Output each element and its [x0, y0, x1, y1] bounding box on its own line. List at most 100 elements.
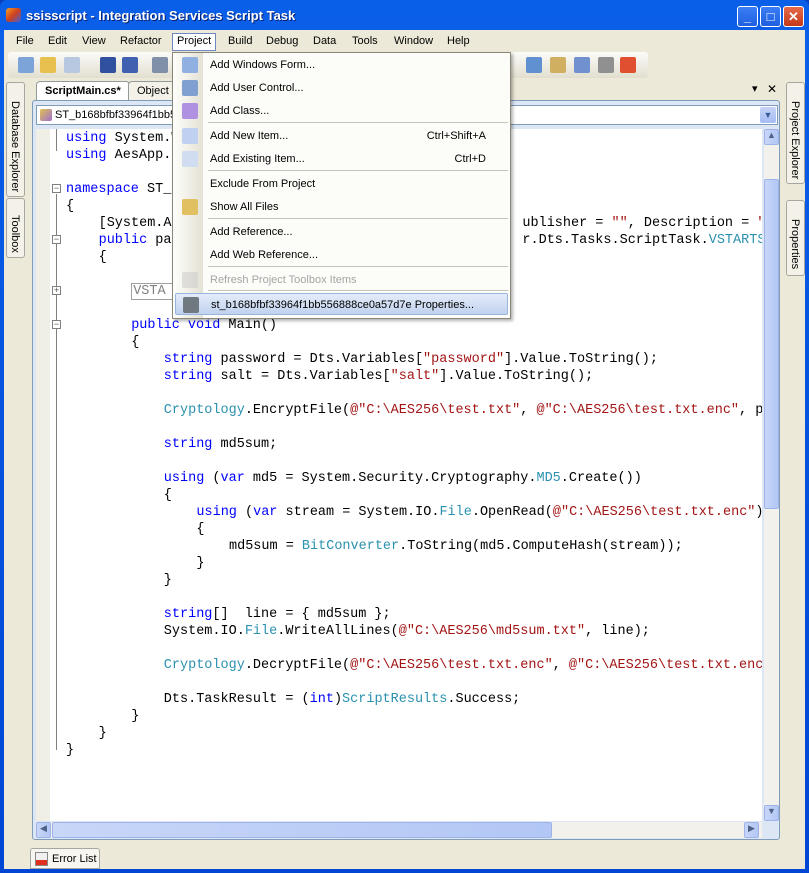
tab-scriptmain[interactable]: ScriptMain.cs* [36, 81, 130, 100]
code-line: } [196, 555, 204, 572]
menu-data[interactable]: Data [313, 35, 336, 47]
code-token: File [439, 505, 472, 520]
tab-list-dropdown[interactable]: ▾ [752, 82, 758, 95]
menu-bar: File Edit View Refactor Project Build De… [4, 32, 805, 52]
menu-item-add-web-reference[interactable]: Add Web Reference... [175, 244, 508, 266]
code-token: var [253, 505, 278, 520]
project-explorer-tab[interactable]: Project Explorer [786, 82, 805, 184]
vertical-scrollbar[interactable]: ▲ ▼ [764, 129, 779, 821]
menu-item-exclude-from-project[interactable]: Exclude From Project [175, 173, 508, 195]
find-icon[interactable] [526, 57, 542, 73]
code-token: void [187, 318, 221, 333]
menu-view[interactable]: View [82, 35, 106, 47]
new-item-icon [182, 128, 198, 144]
menu-tools[interactable]: Tools [352, 35, 378, 47]
menu-build[interactable]: Build [228, 35, 252, 47]
code-line: string password = Dts.Variables["passwor… [164, 351, 658, 368]
vertical-scroll-thumb[interactable] [764, 179, 779, 509]
existing-item-icon [182, 151, 198, 167]
menu-help[interactable]: Help [447, 35, 470, 47]
toolbox-tab[interactable]: Toolbox [6, 198, 25, 258]
code-line: [System.Ac [99, 215, 180, 232]
code-token: @"C:\AES256\md5sum.txt" [398, 624, 586, 639]
open-folder-icon[interactable] [40, 57, 56, 73]
menu-item-label: Add New Item... [210, 130, 289, 142]
minimize-button[interactable]: _ [737, 6, 758, 27]
code-token: [System.Ac [98, 216, 180, 231]
title-bar[interactable]: ssisscript - Integration Services Script… [0, 0, 809, 30]
menu-item-add-user-control[interactable]: Add User Control... [175, 77, 508, 99]
collapse-icon[interactable]: − [52, 184, 61, 193]
code-token: string [163, 607, 213, 622]
tab-object-browser[interactable]: Object [128, 81, 176, 100]
outline-line [56, 194, 57, 750]
code-token: "" [611, 216, 628, 231]
error-list-icon[interactable] [620, 57, 636, 73]
project-explorer-label: Project Explorer [789, 101, 801, 180]
menu-item-label: Add Class... [210, 105, 270, 117]
properties-window-icon[interactable] [550, 57, 566, 73]
menu-project[interactable]: Project [172, 33, 217, 51]
code-token: } [196, 556, 205, 571]
menu-item-add-existing-item[interactable]: Add Existing Item... Ctrl+D [175, 148, 508, 170]
code-line: r.Dts.Tasks.ScriptTask.VSTARTSc [522, 232, 762, 249]
menu-item-add-class[interactable]: Add Class... [175, 100, 508, 122]
menu-item-show-all-files[interactable]: Show All Files [175, 196, 508, 218]
scroll-down-button[interactable]: ▼ [764, 805, 779, 821]
scroll-left-button[interactable]: ◀ [36, 822, 51, 838]
code-token: @"C:\AES256\test.txt.enc" [552, 505, 756, 520]
code-token: ].Value.ToString(); [504, 352, 658, 367]
database-explorer-tab[interactable]: Database Explorer [6, 82, 25, 197]
menu-edit[interactable]: Edit [48, 35, 67, 47]
code-token: .WriteAllLines( [277, 624, 399, 639]
collapse-icon[interactable]: − [52, 320, 61, 329]
code-line: string salt = Dts.Variables["salt"].Valu… [164, 368, 593, 385]
chevron-down-icon[interactable]: ▼ [760, 107, 776, 123]
menu-item-add-windows-form[interactable]: Add Windows Form... [175, 54, 508, 76]
menu-separator [208, 122, 508, 123]
code-line: using (var md5 = System.Security.Cryptog… [164, 470, 642, 487]
code-token: .Create()) [560, 471, 642, 486]
save-all-icon[interactable] [122, 57, 138, 73]
scroll-right-button[interactable]: ▶ [744, 822, 759, 838]
close-button[interactable]: ✕ [783, 6, 804, 27]
menu-item-label: Add Web Reference... [210, 249, 319, 261]
horizontal-scroll-thumb[interactable] [52, 822, 552, 838]
menu-separator [208, 266, 508, 267]
menu-item-st-b168bfbf33964f1bb556888ce0a57d7e-properties[interactable]: st_b168bfbf33964f1bb556888ce0a57d7e Prop… [175, 293, 508, 315]
code-token: { [98, 250, 107, 265]
horizontal-scrollbar[interactable]: ◀ ▶ [36, 822, 762, 838]
code-line: } [131, 708, 139, 725]
code-line: using AesApp.P [66, 147, 179, 164]
code-token: BitConverter [301, 539, 400, 554]
code-line: { [164, 487, 172, 504]
save-icon[interactable] [100, 57, 116, 73]
object-browser-icon[interactable] [574, 57, 590, 73]
scroll-up-button[interactable]: ▲ [764, 129, 779, 145]
add-item-icon[interactable] [64, 57, 80, 73]
code-token: public [98, 233, 148, 248]
menu-item-add-new-item[interactable]: Add New Item... Ctrl+Shift+A [175, 125, 508, 147]
expand-icon[interactable]: + [52, 286, 61, 295]
menu-file[interactable]: File [16, 35, 34, 47]
code-line: public par [99, 232, 180, 249]
code-token: [] line = { md5sum }; [212, 607, 391, 622]
cut-icon[interactable] [152, 57, 168, 73]
code-token: var [220, 471, 245, 486]
menu-item-add-reference[interactable]: Add Reference... [175, 221, 508, 243]
menu-debug[interactable]: Debug [266, 35, 298, 47]
menu-item-refresh-project-toolbox-items: Refresh Project Toolbox Items [175, 269, 508, 291]
user-control-icon [182, 80, 198, 96]
toolbox-icon[interactable] [598, 57, 614, 73]
menu-window[interactable]: Window [394, 35, 433, 47]
close-document-button[interactable]: ✕ [767, 82, 777, 96]
code-token: "" [757, 216, 762, 231]
new-project-icon[interactable] [18, 57, 34, 73]
collapse-icon[interactable]: − [52, 235, 61, 244]
menu-refactor[interactable]: Refactor [120, 35, 162, 47]
properties-tab[interactable]: Properties [786, 200, 805, 276]
error-list-tab[interactable]: Error List [30, 848, 100, 869]
menu-item-shortcut: Ctrl+D [454, 153, 486, 165]
maximize-button[interactable]: □ [760, 6, 781, 27]
code-token: md5sum = [229, 539, 302, 554]
